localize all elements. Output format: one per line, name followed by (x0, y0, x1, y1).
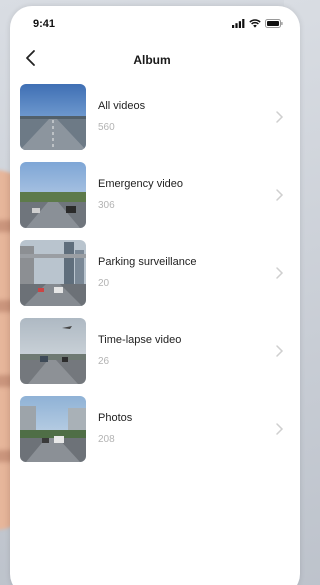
album-thumbnail (20, 318, 86, 384)
album-title: All videos (98, 100, 146, 112)
album-item-time-lapse-video[interactable]: Time-lapse video 26 (10, 316, 300, 394)
album-count: 26 (98, 356, 110, 367)
album-thumbnail (20, 396, 86, 462)
status-icons (232, 19, 283, 28)
chevron-right-icon (276, 345, 284, 357)
album-count: 208 (98, 434, 115, 445)
album-count: 20 (98, 278, 110, 289)
album-list: All videos 560 Emergency video 306 Parki… (10, 82, 300, 472)
album-title: Emergency video (98, 178, 183, 190)
battery-icon (265, 19, 283, 28)
chevron-right-icon (276, 267, 284, 279)
signal-icon (232, 19, 245, 28)
navigation-bar: Album (10, 40, 300, 80)
album-item-all-videos[interactable]: All videos 560 (10, 82, 300, 160)
chevron-right-icon (276, 423, 284, 435)
status-bar: 9:41 (10, 6, 300, 40)
chevron-right-icon (276, 189, 284, 201)
album-title: Parking surveillance (98, 256, 197, 268)
album-item-parking-surveillance[interactable]: Parking surveillance 20 (10, 238, 300, 316)
album-count: 560 (98, 122, 115, 133)
album-thumbnail (20, 240, 86, 306)
phone-screen: 9:41 Album All videos 560 Emergency vide… (10, 6, 300, 585)
album-thumbnail (20, 162, 86, 228)
album-count: 306 (98, 200, 115, 211)
chevron-right-icon (276, 111, 284, 123)
album-title: Photos (98, 412, 133, 424)
wifi-icon (249, 19, 261, 28)
status-time: 9:41 (33, 18, 56, 30)
album-item-emergency-video[interactable]: Emergency video 306 (10, 160, 300, 238)
album-item-photos[interactable]: Photos 208 (10, 394, 300, 472)
album-thumbnail (20, 84, 86, 150)
album-title: Time-lapse video (98, 334, 182, 346)
page-title: Album (133, 53, 171, 67)
